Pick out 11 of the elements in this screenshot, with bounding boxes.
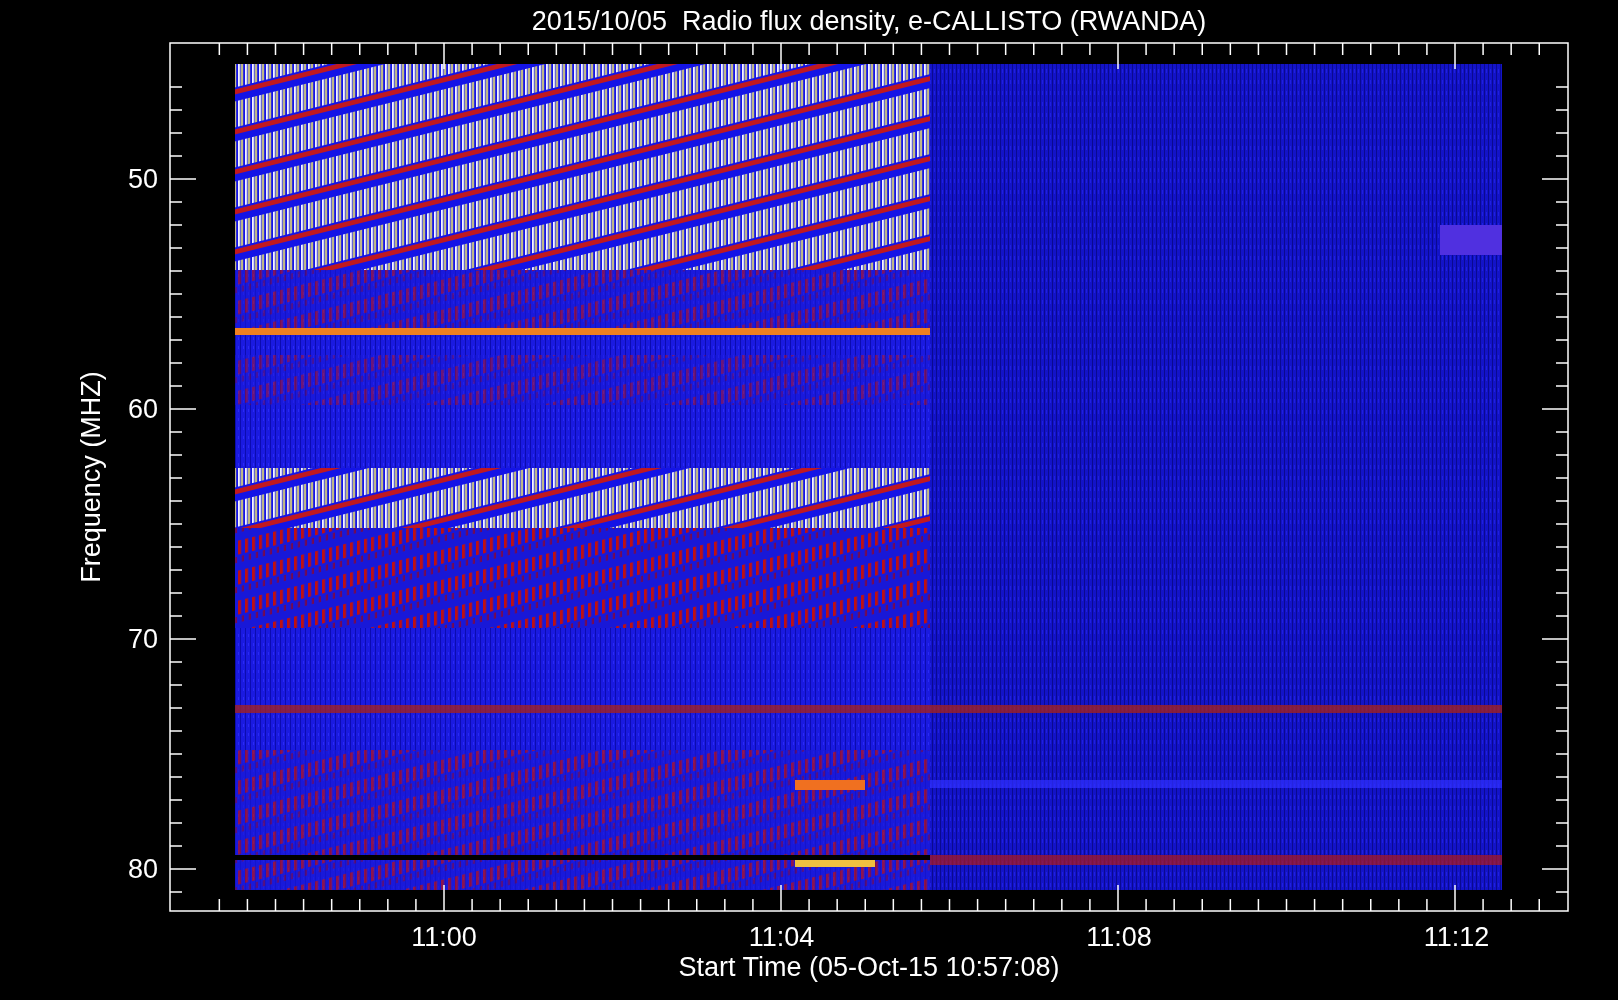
axis-title: Frequency (MHZ) (76, 371, 106, 583)
axis-tick-label: 11:00 (411, 922, 477, 952)
axis-tick-label: 11:08 (1086, 922, 1152, 952)
axis-tick-label: 80 (127, 854, 158, 884)
axis-tick-label: 11:12 (1423, 922, 1490, 952)
axis-tick-label: 70 (127, 624, 158, 654)
axis-title: Start Time (05-Oct-15 10:57:08) (678, 952, 1060, 982)
axis-tick-label: 50 (127, 164, 158, 194)
plot-title: 2015/10/05 Radio flux density, e-CALLISTO (RWANDA) (531, 6, 1207, 36)
axis-tick-label: 60 (127, 394, 158, 424)
axis-tick-label: 11:04 (748, 922, 815, 952)
